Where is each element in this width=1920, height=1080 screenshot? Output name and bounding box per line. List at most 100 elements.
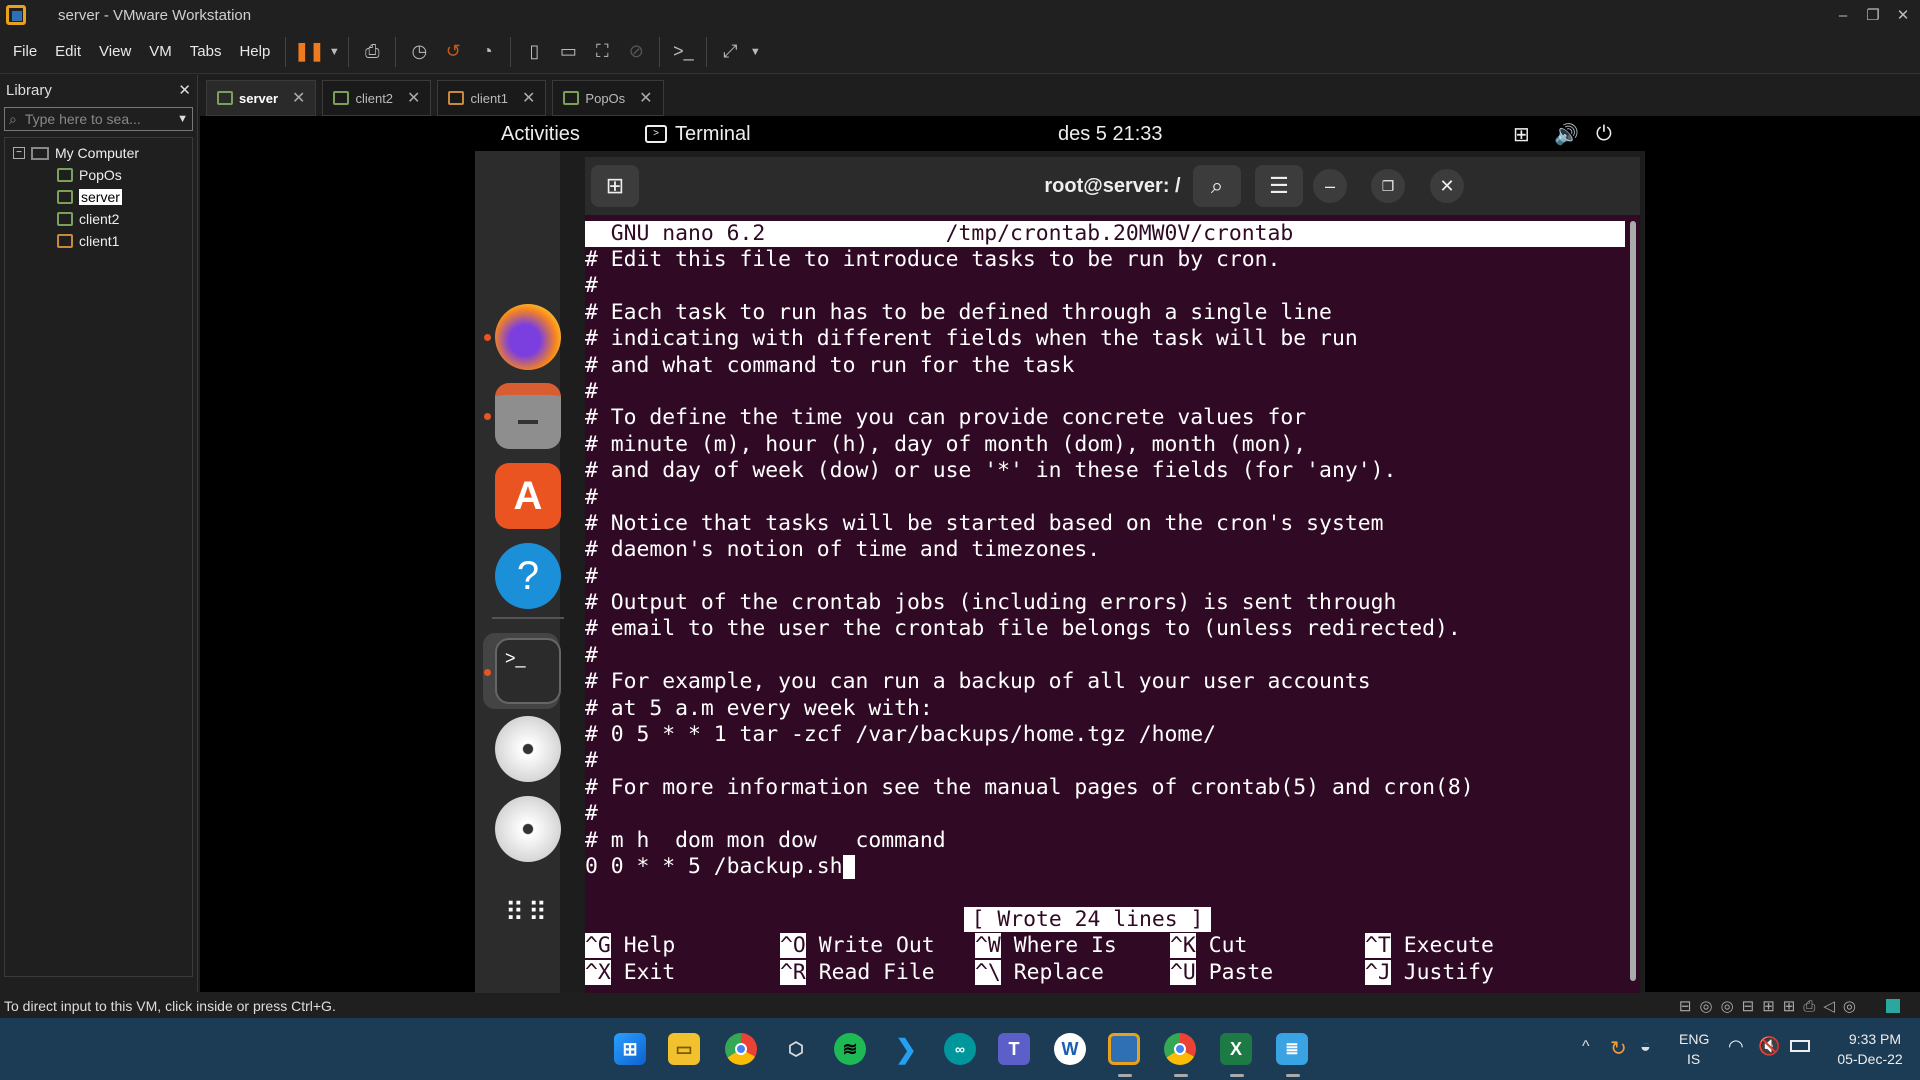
- teams-icon[interactable]: T: [998, 1033, 1030, 1065]
- buffer-line[interactable]: # indicating with different fields when …: [585, 326, 1640, 352]
- guest-desktop[interactable]: Activities > Terminal des 5 21:33 ⊞ 🔊 ⏻ …: [475, 117, 1645, 993]
- unity-icon[interactable]: ⬡: [780, 1033, 812, 1065]
- shortcut-item[interactable]: ^K Cut: [1170, 933, 1365, 959]
- shortcut-item[interactable]: ^U Paste: [1170, 959, 1365, 986]
- search-icon[interactable]: ⌕: [1193, 165, 1241, 207]
- close-tab-icon[interactable]: ✕: [522, 88, 535, 108]
- files-icon[interactable]: [495, 383, 561, 449]
- network-error-icon[interactable]: ◒: [1640, 1036, 1651, 1057]
- unity-icon[interactable]: ⊘: [619, 37, 653, 67]
- close-button[interactable]: ✕: [1887, 0, 1919, 30]
- snapshot-manager-icon[interactable]: ◔: [470, 37, 504, 67]
- close-tab-icon[interactable]: ✕: [407, 88, 420, 108]
- tray-chevron-icon[interactable]: ^: [1582, 1038, 1590, 1056]
- menu-vm[interactable]: VM: [140, 43, 181, 60]
- library-view-icon[interactable]: ▯: [517, 37, 551, 67]
- app-center-icon[interactable]: A: [495, 463, 561, 529]
- disc-icon[interactable]: [495, 716, 561, 782]
- tree-root[interactable]: − My Computer: [5, 142, 192, 164]
- buffer-line[interactable]: # For example, you can run a backup of a…: [585, 669, 1640, 695]
- tab-client2[interactable]: client2 ✕: [322, 80, 432, 116]
- shortcut-item[interactable]: ^O Write Out: [780, 933, 975, 959]
- shortcut-item[interactable]: ^\ Replace: [975, 959, 1170, 986]
- collapse-icon[interactable]: −: [13, 147, 25, 159]
- menu-view[interactable]: View: [90, 43, 140, 60]
- message-icon[interactable]: [1886, 998, 1900, 1013]
- start-icon[interactable]: ⊞: [614, 1033, 646, 1065]
- language-indicator[interactable]: ENG: [1679, 1031, 1709, 1047]
- file-explorer-icon[interactable]: ▭: [668, 1033, 700, 1065]
- buffer-line[interactable]: # Notice that tasks will be started base…: [585, 511, 1640, 537]
- tree-item-client1[interactable]: client1: [5, 230, 192, 252]
- firefox-icon[interactable]: [495, 304, 561, 370]
- app-menu[interactable]: > Terminal: [645, 123, 751, 146]
- pause-icon[interactable]: ❚❚: [292, 37, 326, 67]
- stretch-icon[interactable]: ⤢: [713, 37, 747, 67]
- buffer-line[interactable]: # daemon's notion of time and timezones.: [585, 537, 1640, 563]
- clock-date[interactable]: 05-Dec-22: [1830, 1051, 1910, 1067]
- disc-icon[interactable]: [495, 796, 561, 862]
- new-tab-icon[interactable]: ⊞: [591, 165, 639, 207]
- tab-client1[interactable]: client1 ✕: [437, 80, 547, 116]
- tree-item-popos[interactable]: PopOs: [5, 164, 192, 186]
- snapshot-icon[interactable]: ◷: [402, 37, 436, 67]
- vscode-icon[interactable]: ❯: [890, 1033, 922, 1065]
- network-icon[interactable]: ⊞: [1513, 122, 1530, 147]
- power-icon[interactable]: ⏻: [1596, 123, 1612, 146]
- minimize-button[interactable]: –: [1827, 0, 1859, 30]
- fullscreen-icon[interactable]: ⛶: [585, 37, 619, 67]
- help-icon[interactable]: ?: [495, 543, 561, 609]
- close-tab-icon[interactable]: ✕: [639, 88, 652, 108]
- menu-edit[interactable]: Edit: [46, 43, 90, 60]
- device-icons[interactable]: ⊟◎◎⊟⊞⊞⎙◁◎: [1679, 997, 1864, 1015]
- buffer-line[interactable]: #: [585, 643, 1640, 669]
- close-icon[interactable]: ✕: [1430, 169, 1464, 203]
- terminal-icon[interactable]: >_: [495, 638, 561, 704]
- vmware-icon[interactable]: [1108, 1033, 1140, 1065]
- library-search-input[interactable]: ⌕ Type here to sea... ▼: [4, 107, 193, 131]
- buffer-line[interactable]: # Each task to run has to be defined thr…: [585, 300, 1640, 326]
- word-icon[interactable]: W: [1054, 1033, 1086, 1065]
- buffer-line[interactable]: # 0 5 * * 1 tar -zcf /var/backups/home.t…: [585, 722, 1640, 748]
- send-ctrl-alt-del-icon[interactable]: ⎙: [355, 37, 389, 67]
- terminal-window[interactable]: ⊞ root@server: / ⌕ ☰ – ❐ ✕ GNU nano 6.2 …: [585, 157, 1640, 993]
- shortcut-item[interactable]: ^G Help: [585, 933, 780, 959]
- buffer-line[interactable]: #: [585, 564, 1640, 590]
- app-grid-icon[interactable]: ⠿⠿: [495, 879, 561, 945]
- keyboard-layout[interactable]: IS: [1687, 1051, 1700, 1067]
- buffer-line[interactable]: # and what command to run for the task: [585, 353, 1640, 379]
- shortcut-item[interactable]: ^T Execute: [1365, 933, 1560, 959]
- thumbnail-view-icon[interactable]: ▭: [551, 37, 585, 67]
- menu-icon[interactable]: ☰: [1255, 165, 1303, 207]
- clock[interactable]: des 5 21:33: [1058, 123, 1163, 146]
- chrome-icon[interactable]: [725, 1033, 757, 1065]
- tree-item-client2[interactable]: client2: [5, 208, 192, 230]
- buffer-line[interactable]: # at 5 a.m every week with:: [585, 696, 1640, 722]
- buffer-line[interactable]: # Output of the crontab jobs (including …: [585, 590, 1640, 616]
- shortcut-item[interactable]: ^X Exit: [585, 959, 780, 986]
- mute-icon[interactable]: 🔇: [1758, 1036, 1780, 1057]
- shortcut-item[interactable]: ^W Where Is: [975, 933, 1170, 959]
- buffer-line[interactable]: # m h dom mon dow command: [585, 828, 1640, 854]
- library-close-icon[interactable]: ✕: [178, 81, 191, 99]
- arduino-icon[interactable]: ∞: [944, 1033, 976, 1065]
- chevron-down-icon[interactable]: ▼: [326, 37, 342, 67]
- volume-icon[interactable]: 🔊: [1554, 122, 1579, 147]
- close-tab-icon[interactable]: ✕: [292, 88, 305, 108]
- buffer-line[interactable]: # and day of week (dow) or use '*' in th…: [585, 458, 1640, 484]
- maximize-button[interactable]: ❐: [1857, 0, 1889, 30]
- shortcut-item[interactable]: ^J Justify: [1365, 959, 1560, 986]
- tab-popos[interactable]: PopOs ✕: [552, 80, 664, 116]
- buffer-line[interactable]: #: [585, 485, 1640, 511]
- buffer-line[interactable]: #: [585, 379, 1640, 405]
- revert-snapshot-icon[interactable]: ↺: [436, 37, 470, 67]
- menu-file[interactable]: File: [4, 43, 46, 60]
- chrome-icon[interactable]: [1164, 1033, 1196, 1065]
- menu-tabs[interactable]: Tabs: [181, 43, 231, 60]
- buffer-line[interactable]: # minute (m), hour (h), day of month (do…: [585, 432, 1640, 458]
- buffer-line[interactable]: # email to the user the crontab file bel…: [585, 616, 1640, 642]
- buffer-line[interactable]: 0 0 * * 5 /backup.sh: [585, 854, 1640, 880]
- chevron-down-icon[interactable]: ▼: [747, 37, 763, 67]
- excel-icon[interactable]: X: [1220, 1033, 1252, 1065]
- notepad-icon[interactable]: ≣: [1276, 1033, 1308, 1065]
